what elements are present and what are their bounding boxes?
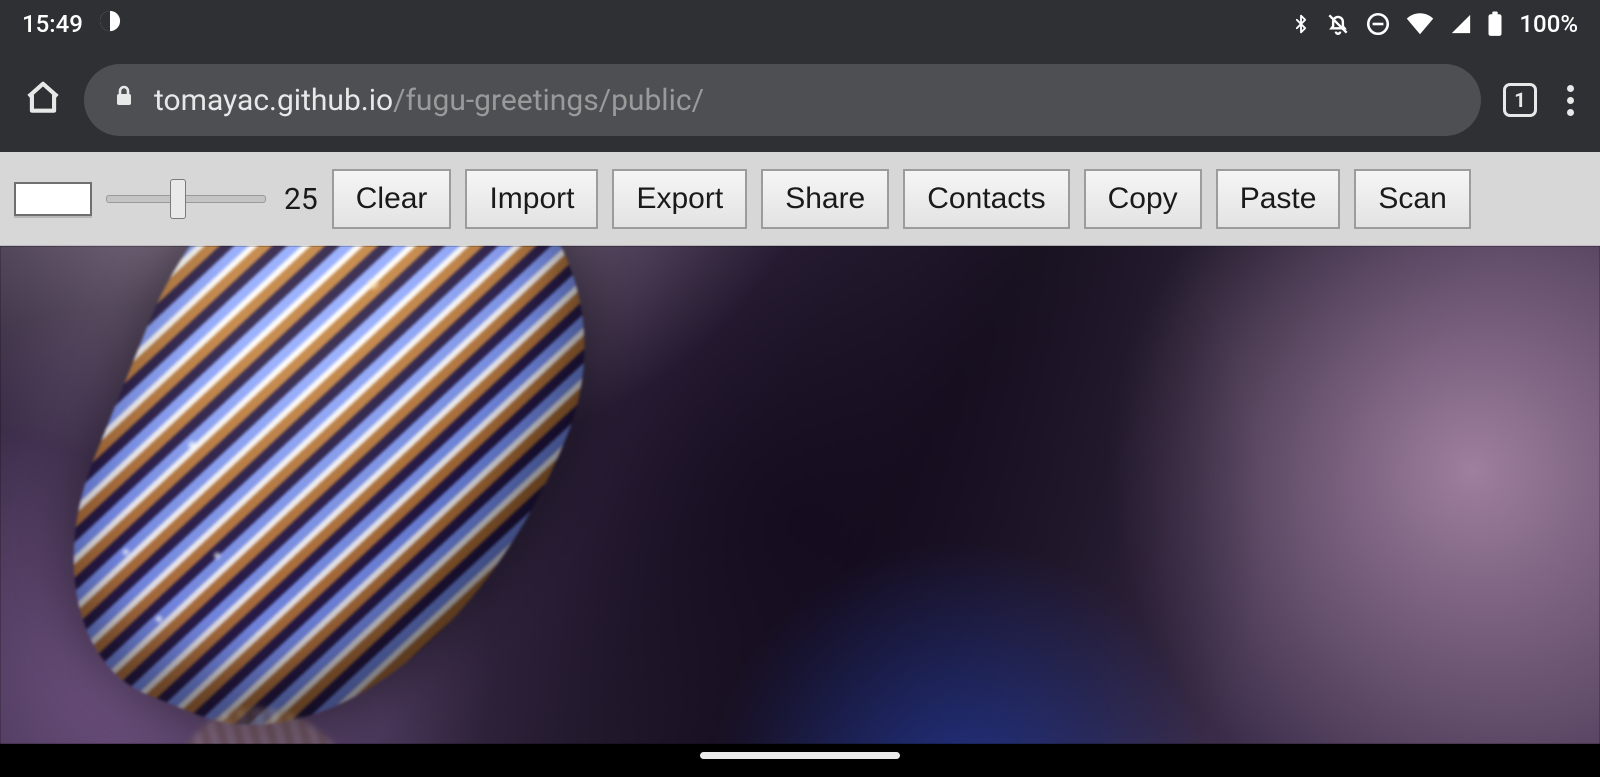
tab-count-value: 1 <box>1514 88 1525 112</box>
export-button[interactable]: Export <box>612 169 747 229</box>
notifications-off-icon <box>1325 11 1351 37</box>
overflow-menu-icon[interactable] <box>1559 79 1582 122</box>
canvas-image <box>20 246 651 744</box>
browser-toolbar: tomayac.github.io/fugu-greetings/public/… <box>0 48 1600 152</box>
brush-size-value: 25 <box>284 182 318 217</box>
data-saver-icon <box>99 10 121 38</box>
brush-size-slider[interactable] <box>106 182 266 216</box>
home-icon[interactable] <box>24 79 62 121</box>
copy-button[interactable]: Copy <box>1084 169 1202 229</box>
url-text: tomayac.github.io/fugu-greetings/public/ <box>154 83 704 118</box>
address-bar[interactable]: tomayac.github.io/fugu-greetings/public/ <box>84 64 1481 136</box>
contacts-button[interactable]: Contacts <box>903 169 1069 229</box>
gesture-handle[interactable] <box>700 752 900 759</box>
tab-switcher[interactable]: 1 <box>1503 83 1537 117</box>
battery-icon <box>1487 11 1503 37</box>
wifi-icon <box>1405 12 1435 36</box>
bluetooth-icon <box>1291 11 1311 37</box>
android-nav-bar <box>0 744 1600 777</box>
clear-button[interactable]: Clear <box>332 169 452 229</box>
scan-button[interactable]: Scan <box>1354 169 1470 229</box>
lock-icon <box>112 82 136 118</box>
status-clock: 15:49 <box>22 10 83 38</box>
paste-button[interactable]: Paste <box>1216 169 1341 229</box>
url-host: tomayac.github.io <box>154 83 393 118</box>
battery-percentage: 100% <box>1519 10 1578 38</box>
do-not-disturb-icon <box>1365 11 1391 37</box>
app-toolbar: 25 Clear Import Export Share Contacts Co… <box>0 152 1600 246</box>
share-button[interactable]: Share <box>761 169 889 229</box>
color-picker[interactable] <box>14 182 92 216</box>
url-path: /fugu-greetings/public/ <box>393 83 704 118</box>
android-status-bar: 15:49 100% <box>0 0 1600 48</box>
drawing-canvas[interactable] <box>0 246 1600 744</box>
import-button[interactable]: Import <box>465 169 598 229</box>
cell-signal-icon <box>1449 13 1473 35</box>
